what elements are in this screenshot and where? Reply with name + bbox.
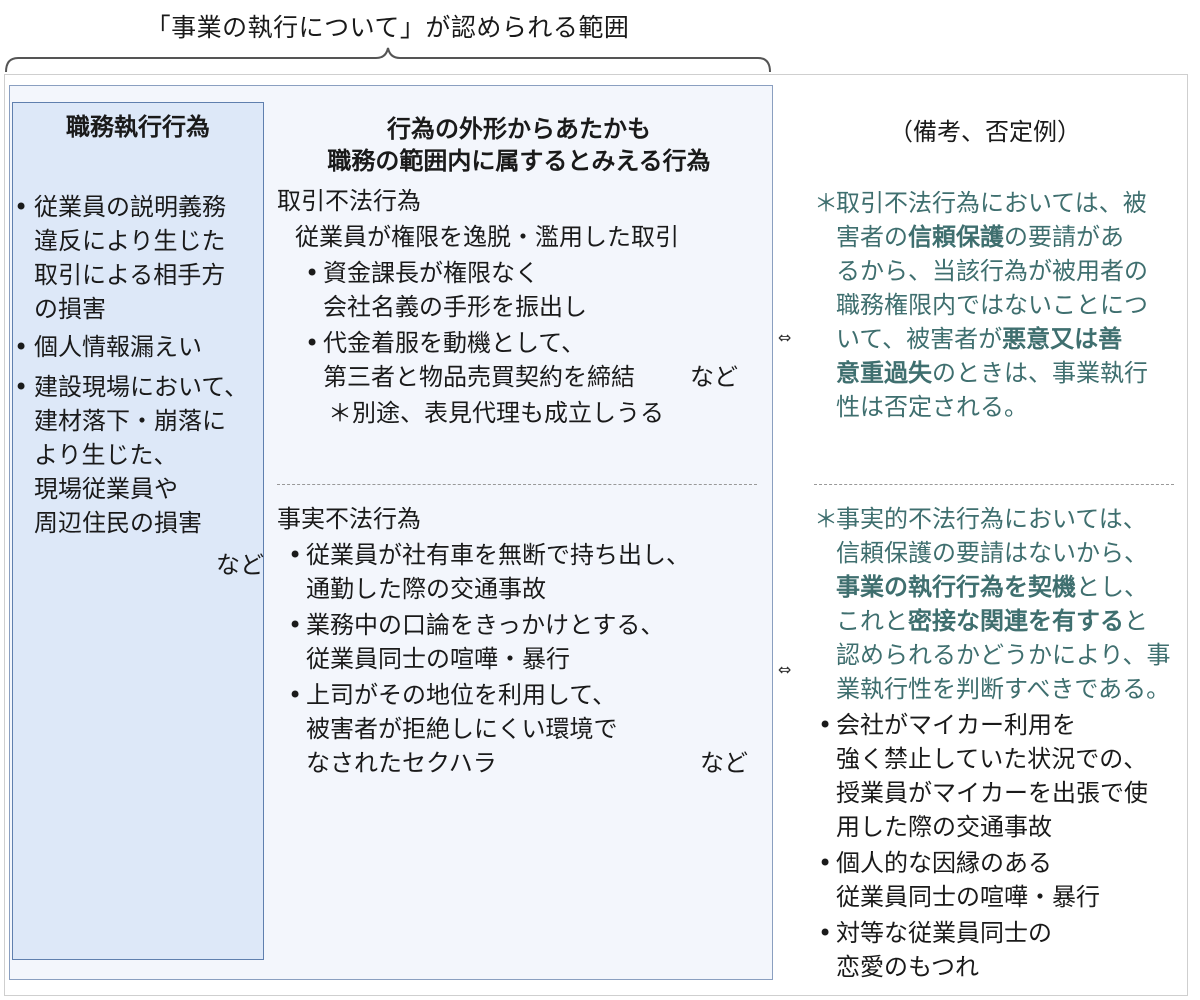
factual-etc: など [700,749,748,777]
double-arrow-icon: ⇔ [778,328,792,347]
duty-heading: 職務執行行為 [66,113,210,141]
remarks-heading: （備考、否定例） [889,118,1081,146]
appearance-heading-line1: 行為の外形からあたかも [387,115,651,143]
transactional-etc: など [690,363,738,391]
transactional-note: ＊別途、表見代理も成立しうる [328,399,664,427]
transactional-subtitle: 従業員が権限を逸脱・濫用した取引 [295,223,679,251]
scope-brace [5,47,771,73]
scope-caption: 「事業の執行について」が認められる範囲 [145,13,630,42]
transactional-title: 取引不法行為 [277,187,421,215]
double-arrow-icon: ⇔ [778,660,792,679]
section-divider [277,484,757,485]
duty-etc: など [216,551,264,579]
appearance-heading-line2: 職務の範囲内に属するとみえる行為 [327,147,711,175]
factual-title: 事実不法行為 [277,505,421,533]
section-divider [814,484,1174,485]
